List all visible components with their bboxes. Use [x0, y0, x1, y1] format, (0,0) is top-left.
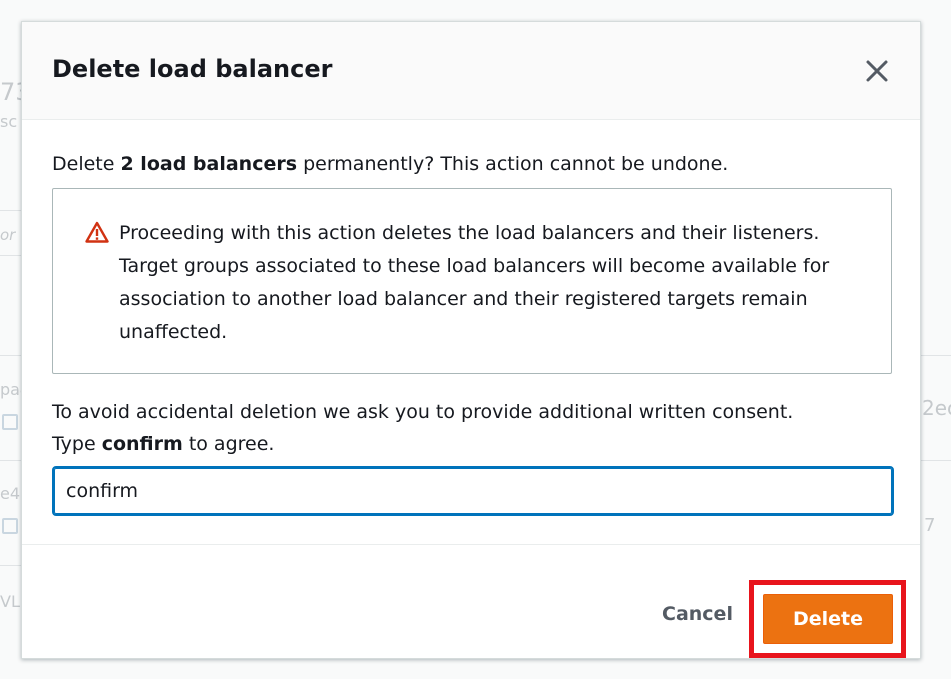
cancel-button[interactable]: Cancel	[662, 603, 733, 625]
modal-body: Delete 2 load balancers permanently? Thi…	[52, 152, 894, 516]
background-text: sc	[0, 112, 18, 131]
background-text: 2ec	[922, 396, 951, 420]
close-button[interactable]	[864, 58, 890, 84]
lead-prefix: Delete	[52, 153, 121, 175]
background-divider	[0, 255, 21, 256]
modal-header: Delete load balancer	[22, 22, 920, 120]
consent-suffix: to agree.	[182, 433, 275, 455]
background-divider	[0, 210, 21, 211]
background-divider	[0, 565, 21, 566]
modal-title: Delete load balancer	[52, 55, 333, 83]
warning-alert: Proceeding with this action deletes the …	[52, 188, 892, 374]
confirm-input[interactable]	[52, 466, 894, 516]
background-divider	[0, 460, 21, 461]
warning-icon	[85, 221, 109, 243]
background-divider	[0, 355, 21, 356]
delete-confirmation-text: Delete 2 load balancers permanently? Thi…	[52, 152, 892, 176]
consent-keyword: confirm	[101, 433, 183, 455]
delete-button[interactable]: Delete	[763, 594, 893, 644]
close-icon	[866, 60, 888, 82]
lead-suffix: permanently? This action cannot be undon…	[297, 153, 729, 175]
warning-text: Proceeding with this action deletes the …	[119, 222, 830, 343]
background-divider	[921, 355, 951, 356]
consent-instructions: To avoid accidental deletion we ask you …	[52, 396, 892, 460]
delete-load-balancer-modal: Delete load balancer Delete 2 load balan…	[21, 21, 921, 659]
footer-divider	[22, 544, 920, 545]
background-text: 7	[924, 515, 936, 536]
external-link-icon	[2, 414, 18, 430]
consent-prefix: Type	[52, 433, 102, 455]
external-link-icon	[2, 518, 18, 534]
background-text: or	[0, 226, 16, 244]
background-text: VL	[0, 592, 20, 611]
lead-count: 2 load balancers	[120, 153, 298, 175]
consent-line: To avoid accidental deletion we ask you …	[52, 401, 794, 423]
background-divider	[921, 460, 951, 461]
background-text: e4	[0, 484, 21, 503]
